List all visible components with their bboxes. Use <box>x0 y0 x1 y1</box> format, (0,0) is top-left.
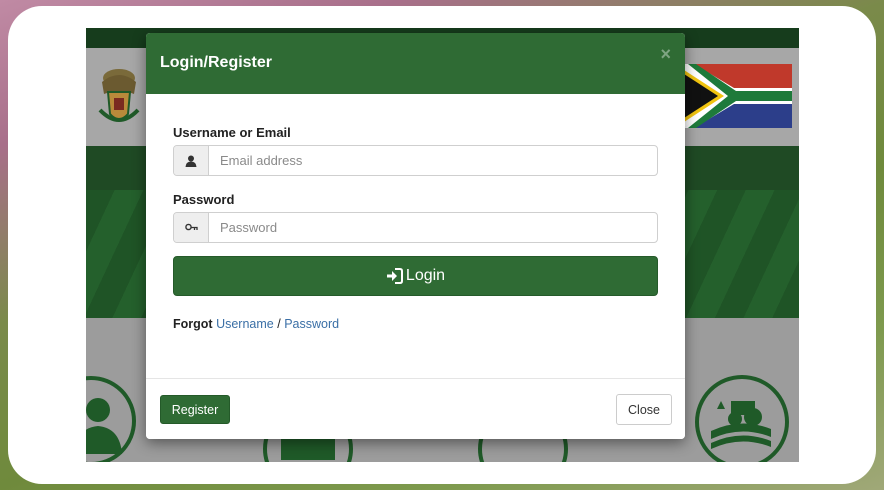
email-input[interactable] <box>209 146 657 175</box>
user-icon <box>174 146 209 175</box>
close-button[interactable]: Close <box>616 394 672 425</box>
login-button[interactable]: Login <box>173 256 658 296</box>
register-button[interactable]: Register <box>160 395 230 424</box>
close-icon[interactable]: × <box>660 44 671 65</box>
service-circle-4 <box>695 375 789 462</box>
forgot-password-link[interactable]: Password <box>284 317 339 331</box>
username-input-group <box>173 145 658 176</box>
password-input-group <box>173 212 658 243</box>
modal-header: Login/Register × <box>146 33 685 94</box>
background-website: Login/Register × Username or Email Passw… <box>86 28 799 462</box>
forgot-separator: / <box>277 317 281 331</box>
south-african-flag <box>684 64 792 128</box>
sign-in-icon <box>386 268 403 284</box>
forgot-links: Forgot Username / Password <box>173 317 339 331</box>
username-label: Username or Email <box>173 125 291 140</box>
password-input[interactable] <box>209 213 657 242</box>
login-button-label: Login <box>405 267 446 284</box>
modal-title: Login/Register <box>160 54 273 71</box>
coat-of-arms-logo <box>98 69 140 122</box>
modal-footer: Register Close <box>146 378 685 439</box>
password-label: Password <box>173 192 235 207</box>
forgot-prefix: Forgot <box>173 317 213 331</box>
key-icon <box>174 213 209 242</box>
login-register-modal: Login/Register × Username or Email Passw… <box>146 33 685 439</box>
forgot-username-link[interactable]: Username <box>216 317 274 331</box>
